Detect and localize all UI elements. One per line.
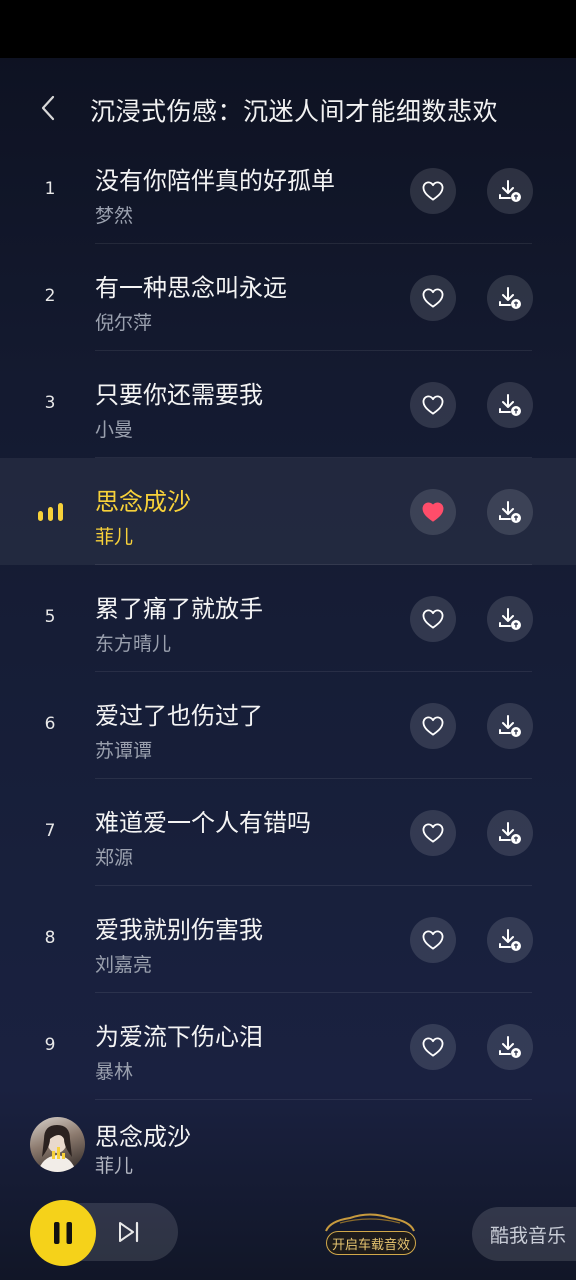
download-button[interactable] <box>487 275 533 321</box>
equalizer-icon <box>38 503 63 521</box>
song-index: 9 <box>44 1035 56 1055</box>
song-title: 只要你还需要我 <box>95 381 263 409</box>
song-index: 3 <box>44 393 56 413</box>
song-index: 6 <box>44 714 56 734</box>
song-artist: 小曼 <box>95 419 134 441</box>
heart-icon <box>422 823 444 843</box>
download-icon <box>499 1036 521 1058</box>
download-icon <box>499 180 521 202</box>
song-index: 7 <box>44 821 56 841</box>
page-title: 沉浸式伤感：沉迷人间才能细数悲欢 <box>90 97 499 126</box>
like-button[interactable] <box>410 382 456 428</box>
mini-player[interactable]: 思念成沙 菲儿 开启车载音效 酷我音乐 <box>0 1103 576 1280</box>
download-button[interactable] <box>487 489 533 535</box>
like-button[interactable] <box>410 703 456 749</box>
song-artist: 郑源 <box>95 847 134 869</box>
like-button[interactable] <box>410 917 456 963</box>
row-divider <box>95 1099 532 1100</box>
like-button[interactable] <box>410 168 456 214</box>
download-button[interactable] <box>487 917 533 963</box>
song-row[interactable]: 7 难道爱一个人有错吗 郑源 <box>0 779 576 886</box>
song-row[interactable]: 8 爱我就别伤害我 刘嘉亮 <box>0 886 576 993</box>
song-row[interactable]: 5 累了痛了就放手 东方晴儿 <box>0 565 576 672</box>
heart-icon <box>422 930 444 950</box>
song-title: 难道爱一个人有错吗 <box>95 809 311 837</box>
car-sound-button[interactable]: 开启车载音效 <box>320 1209 460 1261</box>
download-button[interactable] <box>487 382 533 428</box>
like-button[interactable] <box>410 810 456 856</box>
now-playing-artist: 菲儿 <box>95 1155 134 1177</box>
song-artist: 刘嘉亮 <box>95 954 153 976</box>
song-artist: 东方晴儿 <box>95 633 172 655</box>
download-button[interactable] <box>487 168 533 214</box>
song-artist: 倪尔萍 <box>95 312 153 334</box>
download-icon <box>499 287 521 309</box>
download-icon <box>499 715 521 737</box>
heart-icon <box>422 288 444 308</box>
heart-icon <box>422 1037 444 1057</box>
song-row[interactable]: 3 只要你还需要我 小曼 <box>0 351 576 458</box>
song-index: 5 <box>44 607 56 627</box>
song-artist: 菲儿 <box>95 526 134 548</box>
download-button[interactable] <box>487 810 533 856</box>
heart-icon <box>422 609 444 629</box>
heart-icon <box>422 502 444 522</box>
song-title: 爱我就别伤害我 <box>95 916 263 944</box>
car-sound-label: 开启车载音效 <box>326 1231 416 1255</box>
song-artist: 暴林 <box>95 1061 134 1083</box>
like-button[interactable] <box>410 596 456 642</box>
download-icon <box>499 394 521 416</box>
heart-icon <box>422 716 444 736</box>
song-artist: 苏谭谭 <box>95 740 153 762</box>
pause-button[interactable] <box>30 1200 96 1266</box>
download-button[interactable] <box>487 703 533 749</box>
song-index: 1 <box>44 179 56 199</box>
song-row[interactable]: 1 没有你陪伴真的好孤单 梦然 <box>0 137 576 244</box>
album-art <box>38 1125 76 1172</box>
download-icon <box>499 501 521 523</box>
kuwo-music-button[interactable]: 酷我音乐 <box>472 1207 576 1261</box>
song-title: 累了痛了就放手 <box>95 595 263 623</box>
skip-next-icon <box>119 1221 139 1243</box>
like-button[interactable] <box>410 275 456 321</box>
song-title: 为爱流下伤心泪 <box>95 1023 263 1051</box>
pause-icon <box>54 1222 72 1244</box>
download-icon <box>499 608 521 630</box>
song-title: 爱过了也伤过了 <box>95 702 263 730</box>
download-icon <box>499 822 521 844</box>
song-row[interactable]: 9 为爱流下伤心泪 暴林 <box>0 993 576 1100</box>
status-bar <box>0 0 576 58</box>
heart-icon <box>422 395 444 415</box>
song-row[interactable]: 6 爱过了也伤过了 苏谭谭 <box>0 672 576 779</box>
download-icon <box>499 929 521 951</box>
song-row[interactable]: 思念成沙 菲儿 <box>0 458 576 565</box>
song-index: 8 <box>44 928 56 948</box>
download-button[interactable] <box>487 1024 533 1070</box>
next-button[interactable] <box>114 1217 144 1247</box>
avatar[interactable] <box>30 1117 85 1172</box>
song-list: 1 没有你陪伴真的好孤单 梦然 2 有一种思念叫永远 倪尔萍 3 只要你还需要我… <box>0 137 576 1100</box>
song-artist: 梦然 <box>95 205 134 227</box>
now-playing-title: 思念成沙 <box>95 1123 191 1151</box>
back-button[interactable] <box>36 94 60 122</box>
like-button[interactable] <box>410 489 456 535</box>
chevron-left-icon <box>41 95 55 121</box>
song-row[interactable]: 2 有一种思念叫永远 倪尔萍 <box>0 244 576 351</box>
heart-icon <box>422 181 444 201</box>
song-title: 没有你陪伴真的好孤单 <box>95 167 335 195</box>
song-title: 思念成沙 <box>95 488 191 516</box>
song-title: 有一种思念叫永远 <box>95 274 287 302</box>
download-button[interactable] <box>487 596 533 642</box>
song-index: 2 <box>44 286 56 306</box>
like-button[interactable] <box>410 1024 456 1070</box>
